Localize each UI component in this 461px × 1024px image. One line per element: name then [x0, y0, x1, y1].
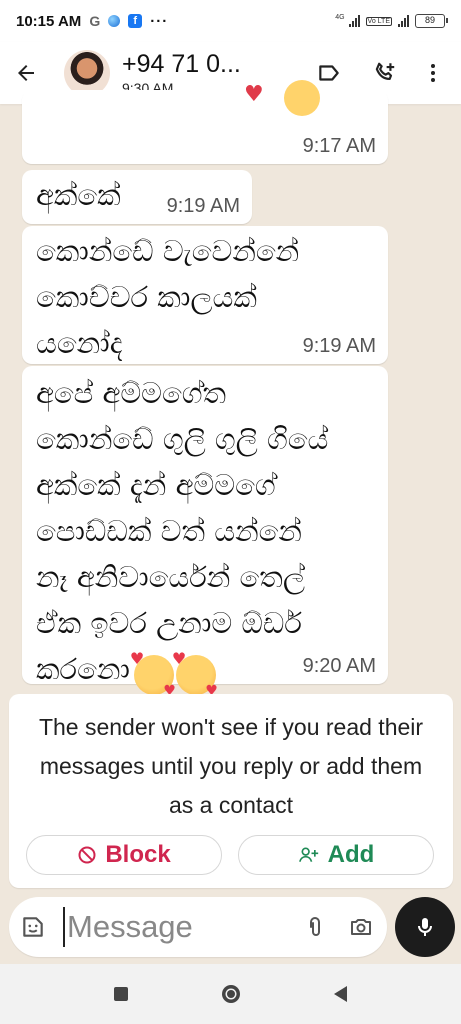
smiling-hearts-emoji	[172, 649, 218, 699]
phone-add-icon	[375, 62, 395, 81]
overflow-menu-button[interactable]	[413, 42, 453, 104]
google-icon: G	[89, 13, 101, 29]
message-bubble[interactable]: අක්කේ 9:19 AM	[22, 170, 252, 224]
volte-badge: Vo LTE	[365, 16, 392, 26]
message-text: අක්කේ	[36, 178, 121, 212]
message-bubble[interactable]: අපේ අම්මගේත කොන්ඩේ ගුලි ගුලි ගියේ අක්කේ …	[22, 366, 388, 699]
voice-message-button[interactable]	[395, 897, 455, 957]
add-label: Add	[327, 841, 375, 868]
chat-area[interactable]: ♥ 9:17 AM අක්කේ 9:19 AM කොන්ඩේ වැවෙන්නේ …	[0, 80, 461, 960]
contact-name: +94 71 0...	[122, 50, 241, 78]
message-bubble[interactable]: කොන්ඩේ වැවෙන්නේ කොච්චර කාලයක් යනෝද 9:19 …	[22, 226, 388, 364]
microphone-icon	[418, 918, 432, 936]
recents-button[interactable]	[101, 974, 141, 1014]
facebook-icon: f	[128, 14, 143, 28]
battery-icon: 89	[415, 14, 448, 28]
message-composer	[9, 897, 387, 957]
system-nav-bar	[0, 964, 461, 1024]
label-icon	[319, 65, 339, 81]
square-icon	[113, 987, 128, 1001]
status-right: 4G Vo LTE 89	[335, 14, 448, 28]
camera-button[interactable]	[339, 897, 383, 957]
signal-icon	[348, 15, 360, 27]
more-notifications-icon: ···	[150, 12, 169, 30]
circle-icon	[221, 985, 240, 1003]
back-nav-button[interactable]	[321, 974, 361, 1014]
more-vert-icon	[431, 64, 435, 82]
block-button[interactable]: Block	[26, 835, 222, 875]
smiling-hearts-emoji	[130, 649, 176, 699]
add-person-icon	[298, 847, 318, 862]
attach-button[interactable]	[291, 897, 339, 957]
message-time: 9:17 AM	[302, 135, 376, 157]
triangle-back-icon	[333, 986, 347, 1002]
message-text: කොන්ඩේ වැවෙන්නේ කොච්චර කාලයක් යනෝද	[36, 234, 300, 360]
browser-icon	[108, 15, 121, 27]
emoji-group	[130, 649, 218, 699]
paperclip-icon	[310, 917, 320, 936]
text-cursor	[63, 907, 65, 947]
screen: 10:15 AM G f ··· 4G Vo LTE 89 +94 71 0..…	[0, 0, 461, 1024]
status-bar: 10:15 AM G f ··· 4G Vo LTE 89	[0, 0, 461, 42]
block-icon	[78, 846, 96, 864]
smiling-hearts-emoji	[284, 80, 320, 116]
block-label: Block	[105, 841, 171, 868]
emoji-button[interactable]	[9, 897, 57, 957]
network-type: 4G	[335, 14, 345, 21]
status-left: 10:15 AM G f ···	[16, 13, 168, 30]
message-text: අපේ අම්මගේත කොන්ඩේ ගුලි ගුලි ගියේ අක්කේ …	[36, 376, 329, 686]
notice-text: The sender won't see if you read their m…	[38, 714, 424, 818]
message-time: 9:19 AM	[166, 195, 240, 217]
message-time: 9:20 AM	[302, 655, 376, 677]
message-bubble[interactable]: ♥ 9:17 AM	[22, 80, 388, 164]
unknown-sender-notice: The sender won't see if you read their m…	[9, 694, 453, 888]
back-arrow-icon	[18, 65, 34, 81]
message-time: 9:19 AM	[302, 335, 376, 357]
camera-icon	[351, 919, 371, 935]
message-input[interactable]	[67, 905, 277, 949]
sticker-icon	[23, 917, 43, 937]
heart-emoji: ♥	[244, 82, 264, 107]
signal-icon-2	[398, 15, 409, 27]
status-time: 10:15 AM	[16, 12, 82, 30]
home-button[interactable]	[211, 974, 251, 1014]
add-contact-button[interactable]: Add	[238, 835, 434, 875]
